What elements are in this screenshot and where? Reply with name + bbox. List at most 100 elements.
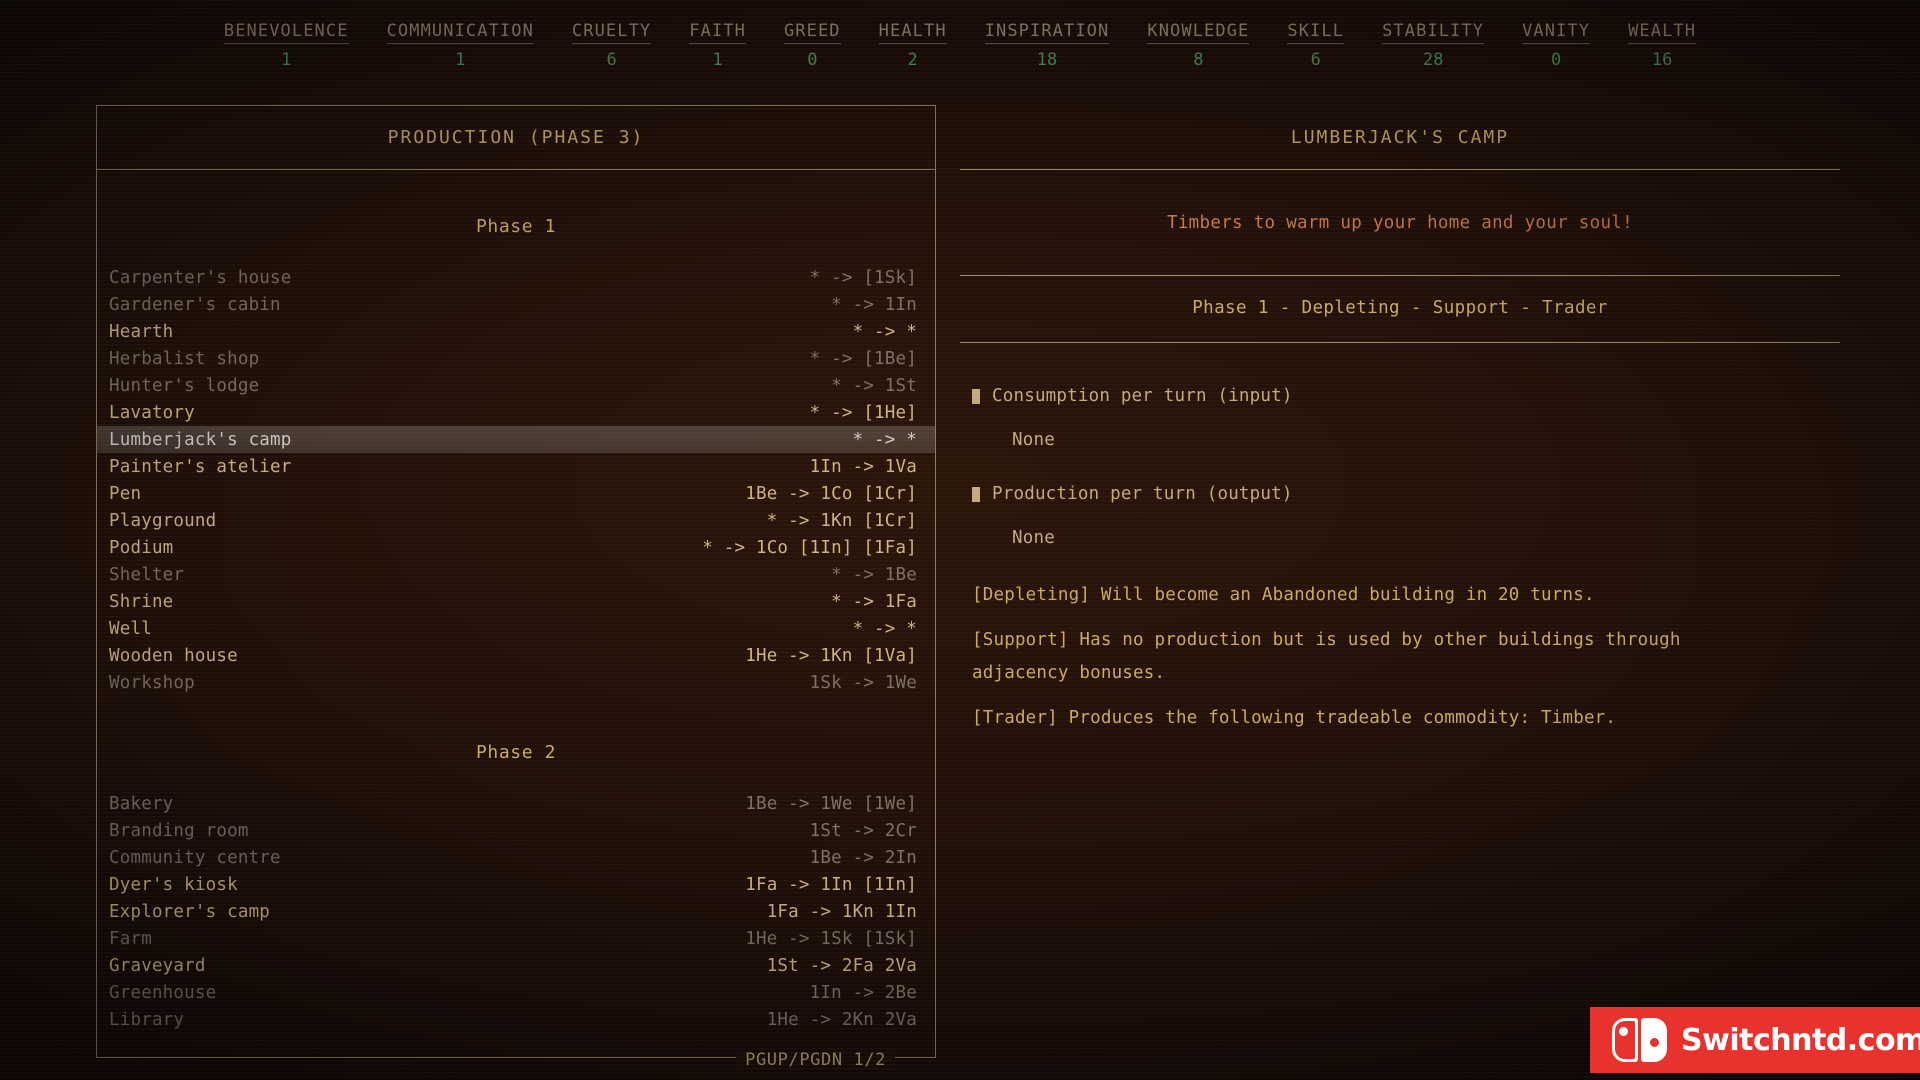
building-recipe: * -> 1Kn [1Cr]	[766, 510, 917, 531]
stat-label: HEALTH	[878, 22, 947, 44]
stat-cruelty[interactable]: CRUELTY 6	[553, 22, 670, 69]
building-name: Explorer's camp	[109, 901, 271, 922]
building-detail-title: LUMBERJACK'S CAMP	[1290, 126, 1510, 148]
consumption-value: None	[1012, 430, 1055, 450]
building-name: Podium	[109, 537, 174, 558]
building-row[interactable]: Well * -> *	[97, 615, 935, 642]
production-section-header: Production per turn (output)	[972, 481, 1828, 507]
stat-value: 6	[1310, 50, 1321, 70]
building-row[interactable]: Lavatory * -> [1He]	[97, 399, 935, 426]
stat-communication[interactable]: COMMUNICATION 1	[368, 22, 553, 69]
building-row[interactable]: Pen 1Be -> 1Co [1Cr]	[97, 480, 935, 507]
building-row[interactable]: Greenhouse 1In -> 2Be	[97, 979, 935, 1006]
building-recipe: * -> [1Be]	[809, 348, 917, 369]
building-row[interactable]: Library 1He -> 2Kn 2Va	[97, 1006, 935, 1033]
building-row[interactable]: Dyer's kiosk 1Fa -> 1In [1In]	[97, 871, 935, 898]
building-row[interactable]: Bakery 1Be -> 1We [1We]	[97, 790, 935, 817]
stat-benevolence[interactable]: BENEVOLENCE 1	[205, 22, 368, 69]
stat-wealth[interactable]: WEALTH 16	[1609, 22, 1715, 69]
building-phase-tags: Phase 1 - Depleting - Support - Trader	[1192, 298, 1608, 318]
site-watermark: Switchntd.com	[1590, 1007, 1920, 1073]
building-name: Herbalist shop	[109, 348, 260, 369]
building-name: Gardener's cabin	[109, 294, 281, 315]
building-row[interactable]: Branding room 1St -> 2Cr	[97, 817, 935, 844]
building-name: Greenhouse	[109, 982, 217, 1003]
building-recipe: * -> [1Sk]	[809, 267, 917, 288]
stat-label: INSPIRATION	[984, 22, 1110, 44]
stat-greed[interactable]: GREED 0	[765, 22, 860, 69]
stat-stability[interactable]: STABILITY 28	[1363, 22, 1503, 69]
building-recipe: 1In -> 2Be	[809, 982, 917, 1003]
building-name: Shrine	[109, 591, 174, 612]
building-recipe: 1In -> 1Va	[809, 456, 917, 477]
stat-faith[interactable]: FAITH 1	[670, 22, 765, 69]
stat-bar: BENEVOLENCE 1 COMMUNICATION 1 CRUELTY 6 FAITH 1…	[0, 22, 1920, 69]
page-indicator[interactable]: PGUP/PGDN 1/2	[736, 1050, 895, 1070]
stat-health[interactable]: HEALTH 2	[860, 22, 966, 69]
building-recipe: 1Sk -> 1We	[809, 672, 917, 693]
stat-value: 18	[1036, 50, 1058, 70]
building-recipe: 1Be -> 2In	[809, 847, 917, 868]
stat-value: 6	[606, 50, 617, 70]
phase-2-heading: Phase 2	[475, 742, 557, 763]
consumption-label: Consumption per turn (input)	[992, 386, 1293, 406]
building-name: Shelter	[109, 564, 185, 585]
stat-inspiration[interactable]: INSPIRATION 18	[966, 22, 1129, 69]
switch-logo-icon	[1612, 1018, 1667, 1062]
building-row[interactable]: Shelter * -> 1Be	[97, 561, 935, 588]
stat-label: CRUELTY	[571, 22, 652, 44]
building-row[interactable]: Herbalist shop * -> [1Be]	[97, 345, 935, 372]
building-row[interactable]: Workshop 1Sk -> 1We	[97, 669, 935, 696]
building-row[interactable]: Playground * -> 1Kn [1Cr]	[97, 507, 935, 534]
building-name: Dyer's kiosk	[109, 874, 238, 895]
stat-label: FAITH	[689, 22, 746, 44]
building-row[interactable]: Podium * -> 1Co [1In] [1Fa]	[97, 534, 935, 561]
building-recipe: * -> 1Fa	[831, 591, 917, 612]
production-panel-title: PRODUCTION (PHASE 3)	[387, 127, 645, 148]
stat-value: 28	[1422, 50, 1444, 70]
building-row[interactable]: Shrine * -> 1Fa	[97, 588, 935, 615]
building-row[interactable]: Painter's atelier 1In -> 1Va	[97, 453, 935, 480]
building-row[interactable]: Graveyard 1St -> 2Fa 2Va	[97, 952, 935, 979]
building-recipe: * -> [1He]	[809, 402, 917, 423]
building-row[interactable]: Explorer's camp 1Fa -> 1Kn 1In	[97, 898, 935, 925]
building-recipe: * -> *	[852, 429, 917, 450]
building-row-selected[interactable]: Lumberjack's camp * -> *	[97, 426, 935, 453]
building-row[interactable]: Wooden house 1He -> 1Kn [1Va]	[97, 642, 935, 669]
trait-paragraph: [Depleting] Will become an Abandoned bui…	[972, 585, 1595, 605]
building-row[interactable]: Gardener's cabin * -> 1In	[97, 291, 935, 318]
building-row[interactable]: Community centre 1Be -> 2In	[97, 844, 935, 871]
phase-2-building-list[interactable]: Bakery 1Be -> 1We [1We] Branding room 1St -…	[97, 790, 935, 1033]
production-panel-body[interactable]: Phase 1 Carpenter's house * -> [1Sk] Garde…	[97, 170, 935, 1057]
building-row[interactable]: Carpenter's house * -> [1Sk]	[97, 264, 935, 291]
building-row[interactable]: Hearth * -> *	[97, 318, 935, 345]
stat-knowledge[interactable]: KNOWLEDGE 8	[1128, 22, 1268, 69]
production-value: None	[1012, 528, 1055, 548]
building-recipe: 1St -> 2Cr	[809, 820, 917, 841]
stat-label: KNOWLEDGE	[1147, 22, 1250, 44]
building-name: Hearth	[109, 321, 174, 342]
building-tagline: Timbers to warm up your home and your so…	[1167, 213, 1633, 233]
stat-vanity[interactable]: VANITY 0	[1503, 22, 1609, 69]
building-recipe: 1He -> 2Kn 2Va	[766, 1009, 917, 1030]
stat-value: 2	[907, 50, 918, 70]
building-name: Carpenter's house	[109, 267, 292, 288]
building-recipe: * -> 1Co [1In] [1Fa]	[702, 537, 917, 558]
phase-1-building-list[interactable]: Carpenter's house * -> [1Sk] Gardener's ca…	[97, 264, 935, 696]
building-detail-header: LUMBERJACK'S CAMP	[960, 105, 1840, 169]
building-name: Hunter's lodge	[109, 375, 260, 396]
stat-value: 1	[281, 50, 292, 70]
stat-skill[interactable]: SKILL 6	[1268, 22, 1363, 69]
stat-value: 1	[712, 50, 723, 70]
production-panel: PRODUCTION (PHASE 3) Phase 1 Carpenter's…	[96, 105, 936, 1070]
building-recipe: 1Fa -> 1Kn 1In	[766, 901, 917, 922]
building-recipe: 1Be -> 1We [1We]	[745, 793, 917, 814]
production-label: Production per turn (output)	[992, 484, 1293, 504]
bullet-icon	[972, 388, 980, 404]
building-recipe: * -> 1In	[831, 294, 917, 315]
building-name: Well	[109, 618, 152, 639]
building-row[interactable]: Hunter's lodge * -> 1St	[97, 372, 935, 399]
trait-paragraph: [Support] Has no production but is used …	[972, 630, 1681, 683]
building-row[interactable]: Farm 1He -> 1Sk [1Sk]	[97, 925, 935, 952]
building-detail-panel: LUMBERJACK'S CAMP Timbers to warm up you…	[960, 105, 1840, 1058]
